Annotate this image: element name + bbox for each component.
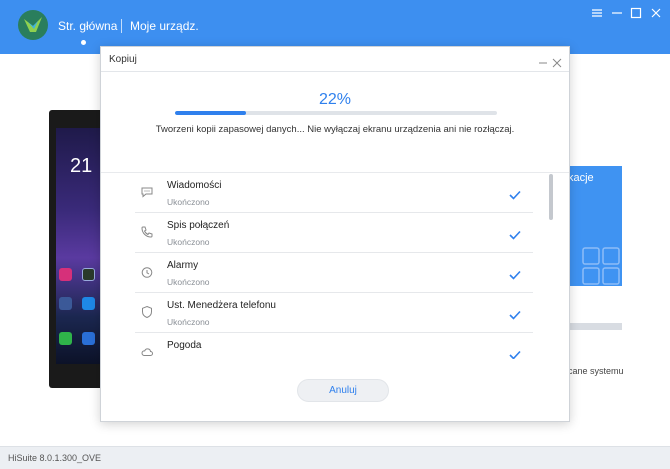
backup-dialog: Kopiuj 22% Tworzeni kopii zapasowej dany… — [100, 46, 570, 422]
maximize-icon[interactable] — [629, 6, 643, 20]
shield-icon — [140, 305, 154, 319]
backup-item-name: Wiadomości — [167, 180, 222, 191]
backup-item: Wiadomości Ukończono — [135, 173, 533, 213]
dialog-title-divider — [101, 71, 569, 72]
backup-item: Spis połączeń Ukończono — [135, 213, 533, 253]
menu-icon[interactable] — [590, 6, 604, 20]
check-icon — [509, 227, 521, 240]
check-icon — [509, 307, 521, 320]
phone-icon — [140, 225, 154, 239]
cancel-button[interactable]: Anuluj — [297, 379, 389, 402]
minimize-icon[interactable] — [610, 6, 624, 20]
backup-item-status: Ukończono — [167, 357, 210, 359]
check-icon — [509, 347, 521, 359]
nav-home-tab[interactable]: Str. główna — [58, 19, 117, 33]
feature-card — [565, 166, 622, 286]
progress-bar-fill — [175, 111, 246, 115]
weather-icon — [140, 345, 154, 359]
lightroom-icon — [82, 268, 95, 281]
nav-divider — [121, 19, 122, 33]
progress-percent: 22% — [318, 91, 352, 108]
backup-item-status: Ukończono — [167, 317, 210, 327]
messenger-icon — [82, 297, 95, 310]
backup-item: Ust. Menedżera telefonu Ukończono — [135, 293, 533, 333]
backup-item-status: Ukończono — [167, 237, 210, 247]
message-icon — [140, 185, 154, 199]
check-icon — [509, 267, 521, 280]
instagram-icon — [59, 268, 72, 281]
backup-item: Alarmy Ukończono — [135, 253, 533, 293]
active-tab-indicator — [81, 40, 86, 45]
nav-my-devices-tab[interactable]: Moje urządz. — [130, 19, 199, 33]
progress-message: Tworzeni kopii zapasowej danych... Nie w… — [155, 124, 515, 135]
backup-item-status: Ukończono — [167, 277, 210, 287]
backup-item-name: Spis połączeń — [167, 220, 230, 231]
backup-item: Pogoda Ukończono — [135, 333, 533, 359]
hisuite-logo — [18, 10, 48, 40]
version-label: HiSuite 8.0.1.300_OVE — [8, 453, 102, 463]
check-icon — [509, 187, 521, 200]
dialer-icon — [59, 332, 72, 345]
close-icon[interactable] — [649, 6, 663, 20]
messages-app-icon — [82, 332, 95, 345]
progress-bar — [175, 111, 497, 115]
facebook-icon — [59, 297, 72, 310]
backup-item-name: Ust. Menedżera telefonu — [167, 300, 276, 311]
status-bar: HiSuite 8.0.1.300_OVE — [0, 446, 670, 469]
device-clock: 21 — [70, 155, 93, 177]
backup-item-status: Ukończono — [167, 197, 210, 207]
storage-bar — [565, 323, 622, 330]
backup-item-name: Pogoda — [167, 340, 202, 351]
dialog-title: Kopiuj — [109, 54, 137, 65]
background-link-text: cane systemu — [568, 366, 624, 376]
list-scrollbar[interactable] — [549, 174, 553, 220]
alarm-icon — [140, 265, 154, 279]
backup-item-list[interactable]: Wiadomości Ukończono Spis połączeń Ukończon… — [135, 173, 533, 359]
feature-card-title: kacje — [568, 172, 594, 184]
backup-item-name: Alarmy — [167, 260, 199, 271]
